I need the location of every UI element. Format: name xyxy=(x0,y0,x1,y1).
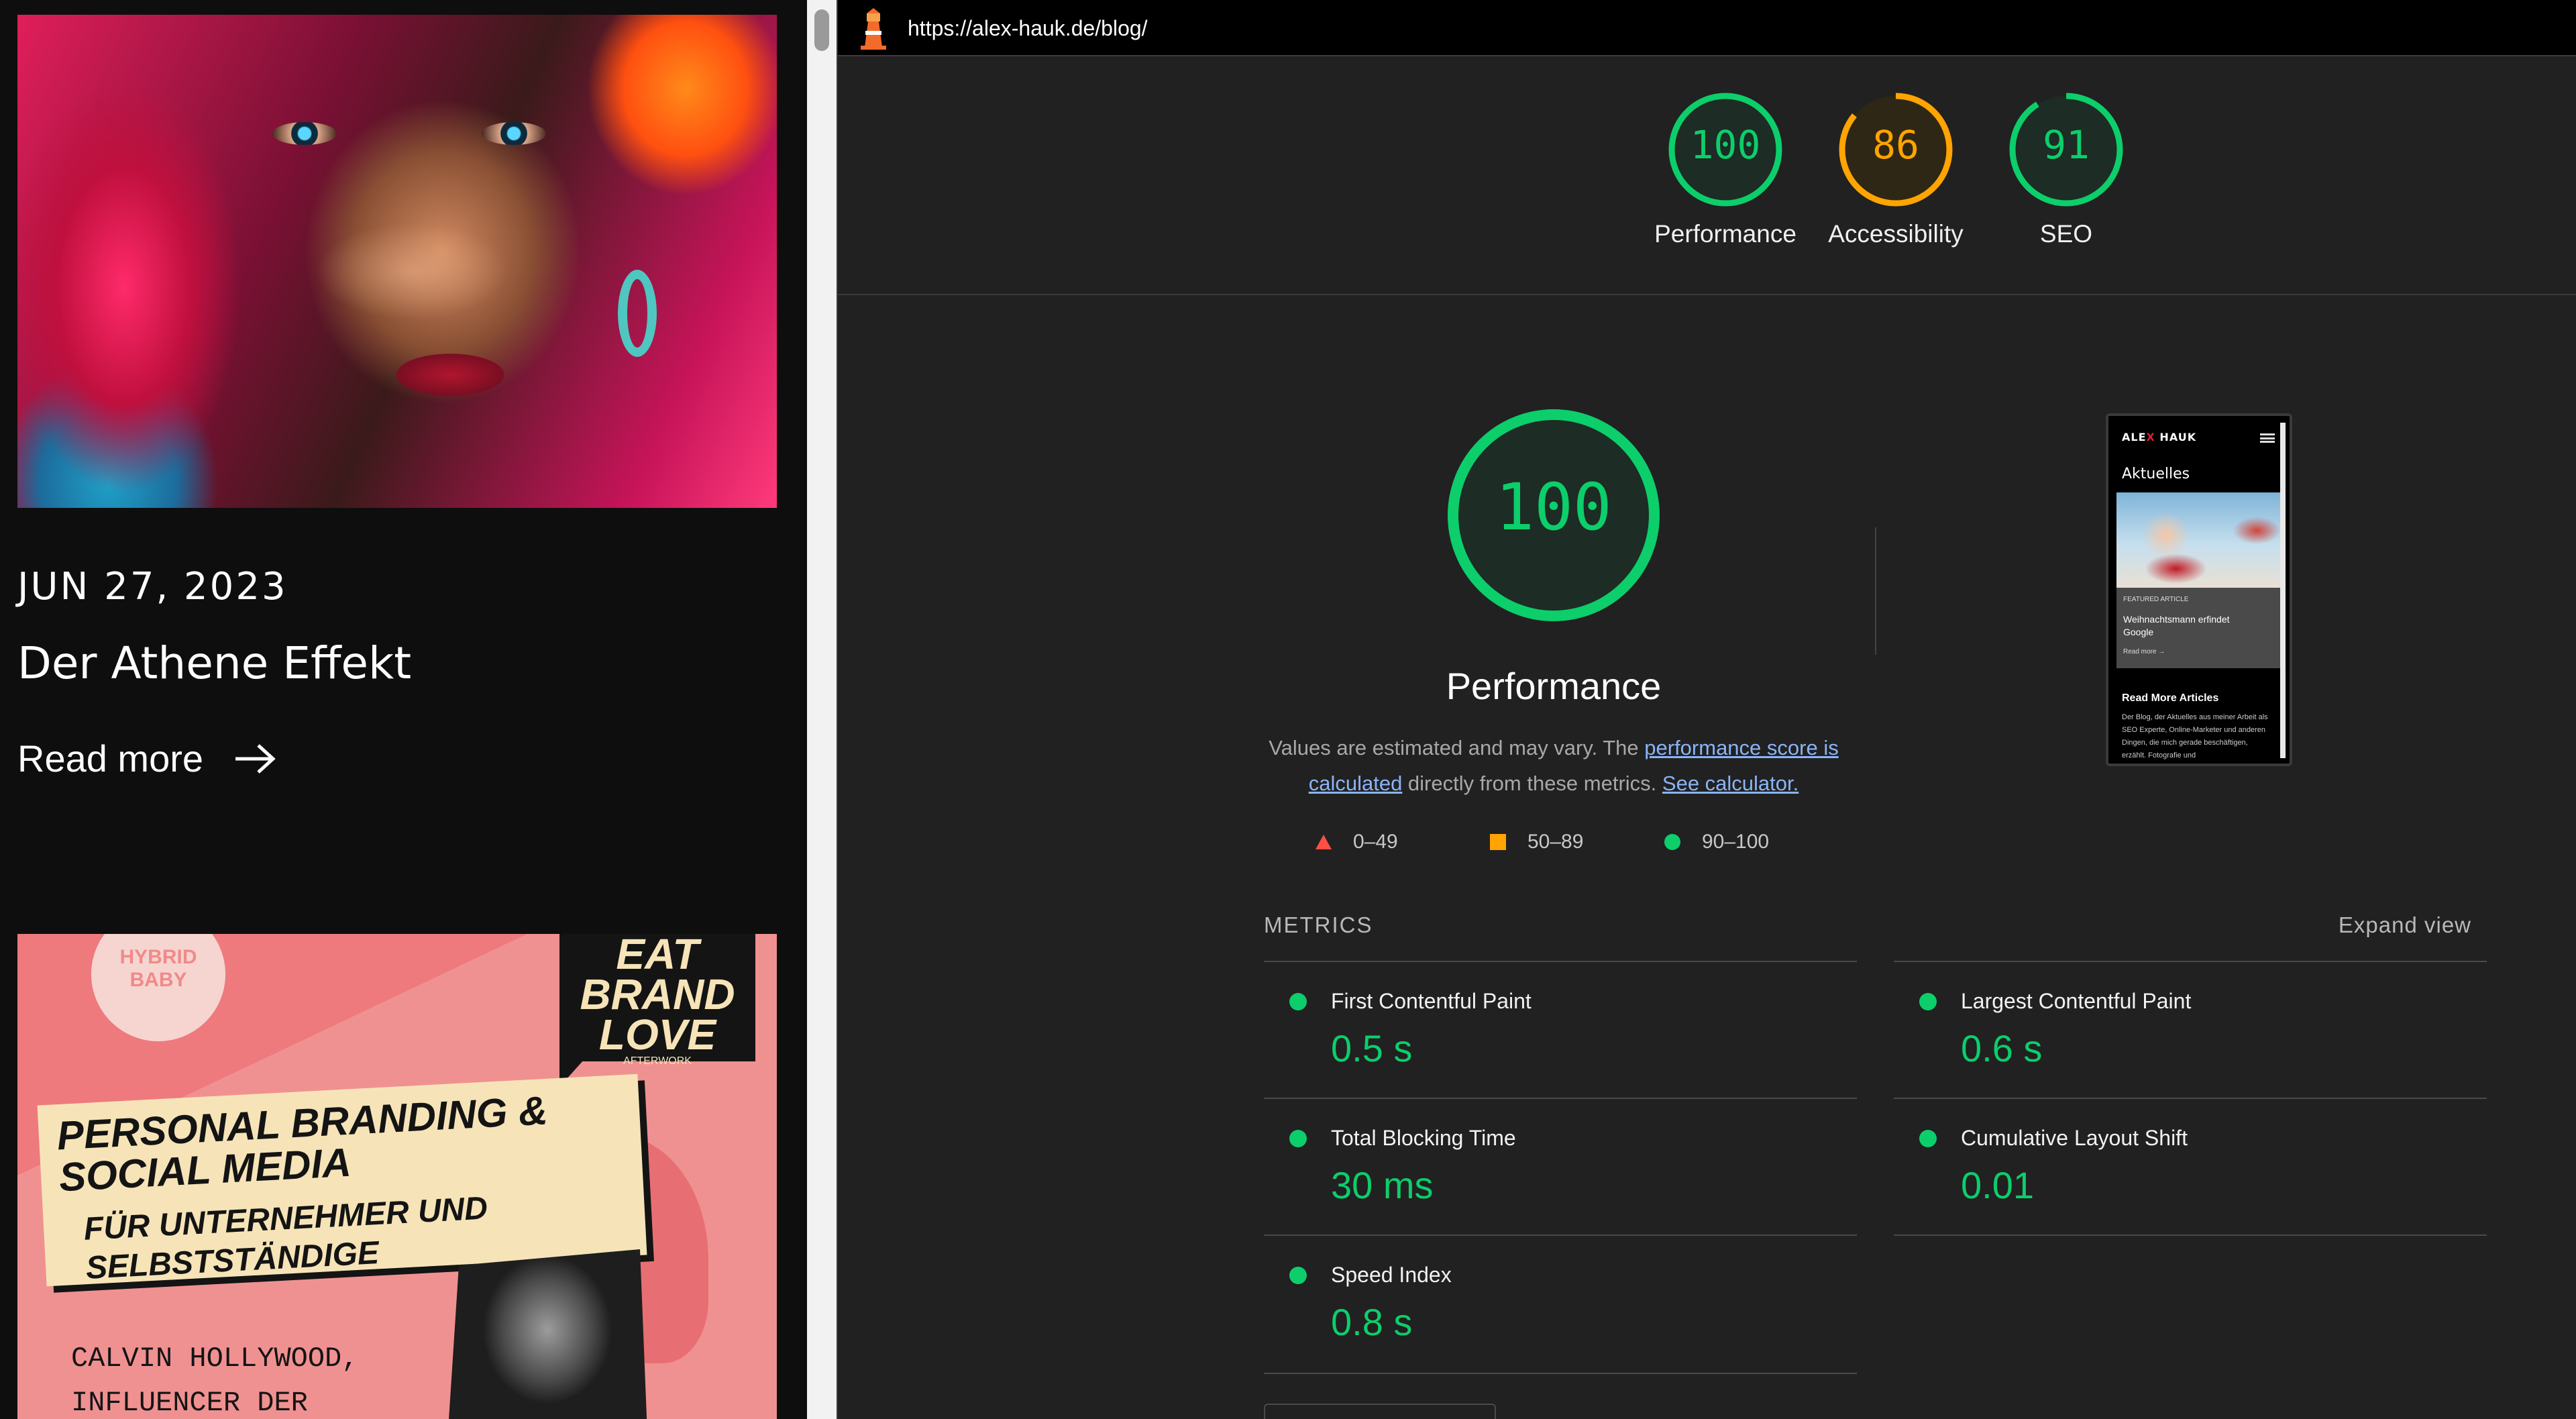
legend-pass: 90–100 xyxy=(1663,831,1837,853)
hero-eye-left xyxy=(272,122,337,145)
post-title[interactable]: Der Athene Effekt xyxy=(17,637,411,689)
metric-value: 0.01 xyxy=(1961,1164,2034,1206)
thumb-featured-label: FEATURED ARTICLE xyxy=(2123,596,2189,603)
thumb-heading: Aktuelles xyxy=(2122,466,2190,482)
gauge-label: SEO xyxy=(2039,220,2093,248)
promo-speaker-photo xyxy=(447,1249,648,1419)
gauge-label: Performance xyxy=(1654,220,1796,248)
metric-value: 0.6 s xyxy=(1961,1027,2043,1069)
thumb-card-title: Weihnachtsmann erfindet Google xyxy=(2123,614,2230,637)
promo-eat-brand-love: EAT BRAND LOVE AFTERWORK xyxy=(559,934,755,1067)
screenshot-divider xyxy=(1875,527,1876,655)
thumb-scrollbar xyxy=(2280,423,2286,758)
metrics-header: METRICS Expand view xyxy=(1264,912,2471,953)
pass-dot-icon xyxy=(1919,1130,1937,1147)
gauge-score: 91 xyxy=(2043,122,2090,168)
metric-first-contentful-paint: First Contentful Paint 0.5 s xyxy=(1264,961,1857,1098)
promo-eat-line1: EAT xyxy=(616,934,699,978)
promo-eat-sub: AFTERWORK xyxy=(623,1055,692,1067)
thumb-read-more: Read more → xyxy=(2123,648,2165,655)
metrics-title: METRICS xyxy=(1264,912,1373,937)
legend-average-label: 50–89 xyxy=(1527,831,1584,853)
hero-earring xyxy=(618,270,657,357)
metrics-divider xyxy=(1264,1373,1857,1374)
circle-icon xyxy=(1664,834,1680,850)
desc-text-2: directly from these metrics. xyxy=(1402,772,1662,795)
lighthouse-logo-icon xyxy=(861,8,886,50)
promo-eat-line2: BRAND xyxy=(580,970,735,1018)
gauge-label: Accessibility xyxy=(1828,220,1964,248)
post-date: JUN 27, 2023 xyxy=(17,565,288,609)
post-hero-image[interactable] xyxy=(17,15,777,508)
legend-pass-label: 90–100 xyxy=(1702,831,1770,853)
hamburger-menu-icon xyxy=(2260,433,2275,443)
metric-value: 30 ms xyxy=(1331,1164,1434,1206)
view-treemap-button[interactable] xyxy=(1264,1404,1496,1419)
promo-speaker: CALVIN HOLLYWOOD, INFLUENCER DER xyxy=(71,1336,358,1419)
score-legend: 0–49 50–89 90–100 xyxy=(1314,831,1837,853)
performance-score-large: 100 xyxy=(1495,470,1612,545)
triangle-icon xyxy=(1316,835,1332,849)
metric-value: 0.5 s xyxy=(1331,1027,1413,1069)
pass-dot-icon xyxy=(1919,993,1937,1010)
arrow-right-icon xyxy=(235,743,276,774)
metric-value: 0.8 s xyxy=(1331,1301,1413,1343)
hero-eye-right xyxy=(482,122,546,145)
legend-fail-label: 0–49 xyxy=(1353,831,1398,853)
final-screenshot-thumbnail[interactable]: ALEX HAUK Aktuelles FEATURED ARTICLE Wei… xyxy=(2106,413,2292,766)
promo-speaker-line2: INFLUENCER DER xyxy=(71,1387,308,1419)
thumb-body-text: Der Blog, der Aktuelles aus meiner Arbei… xyxy=(2122,713,2268,759)
desc-text-1: Values are estimated and may vary. The xyxy=(1269,736,1645,759)
metric-largest-contentful-paint: Largest Contentful Paint 0.6 s xyxy=(1894,961,2487,1098)
metric-cumulative-layout-shift: Cumulative Layout Shift 0.01 xyxy=(1894,1098,2487,1234)
report-url[interactable]: https://alex-hauk.de/blog/ xyxy=(908,16,1148,41)
legend-fail: 0–49 xyxy=(1314,831,1489,853)
expand-view-button[interactable]: Expand view xyxy=(2339,912,2471,938)
gauge-accessibility[interactable]: 86 Accessibility xyxy=(1805,93,1986,248)
metric-speed-index: Speed Index 0.8 s xyxy=(1264,1234,1857,1371)
thumb-feature-image xyxy=(2116,492,2282,588)
scrollbar-track[interactable] xyxy=(807,0,837,1419)
pass-dot-icon xyxy=(1289,1130,1307,1147)
gauge-score: 86 xyxy=(1872,122,1919,168)
summary-divider xyxy=(838,294,2576,295)
performance-title: Performance xyxy=(1446,665,1662,707)
legend-average: 50–89 xyxy=(1489,831,1663,853)
promo-speaker-line1: CALVIN HOLLYWOOD, xyxy=(71,1343,359,1375)
metrics-divider-right xyxy=(1894,1234,2487,1236)
read-more-link[interactable]: Read more xyxy=(17,737,276,780)
pass-dot-icon xyxy=(1289,993,1307,1010)
metric-label: First Contentful Paint xyxy=(1331,989,1532,1013)
metric-label: Cumulative Layout Shift xyxy=(1961,1126,2188,1150)
read-more-label: Read more xyxy=(17,737,204,780)
post-promo-image[interactable]: HYBRID BABY EAT BRAND LOVE AFTERWORK PER… xyxy=(17,934,777,1419)
thumb-logo: ALEX HAUK xyxy=(2122,431,2197,443)
gauge-seo[interactable]: 91 SEO xyxy=(1976,93,2157,248)
gauge-score: 100 xyxy=(1690,122,1761,168)
metric-label: Largest Contentful Paint xyxy=(1961,989,2192,1013)
metric-total-blocking-time: Total Blocking Time 30 ms xyxy=(1264,1098,1857,1234)
promo-eat-line3: LOVE xyxy=(598,1010,716,1059)
see-calculator-link[interactable]: See calculator. xyxy=(1662,772,1799,795)
square-icon xyxy=(1490,834,1506,850)
performance-description: Values are estimated and may vary. The p… xyxy=(1260,730,1847,801)
scrollbar-thumb[interactable] xyxy=(814,9,829,51)
pass-dot-icon xyxy=(1289,1267,1307,1284)
blog-pane: JUN 27, 2023 Der Athene Effekt Read more… xyxy=(0,0,807,1419)
report-topbar: https://alex-hauk.de/blog/ xyxy=(838,0,2576,56)
metric-label: Total Blocking Time xyxy=(1331,1126,1516,1150)
metric-label: Speed Index xyxy=(1331,1263,1452,1287)
gauge-performance[interactable]: 100 Performance xyxy=(1635,93,1816,248)
lighthouse-report: https://alex-hauk.de/blog/ 100 Performanc… xyxy=(837,0,2576,1419)
thumb-more-title: Read More Articles xyxy=(2122,692,2219,704)
